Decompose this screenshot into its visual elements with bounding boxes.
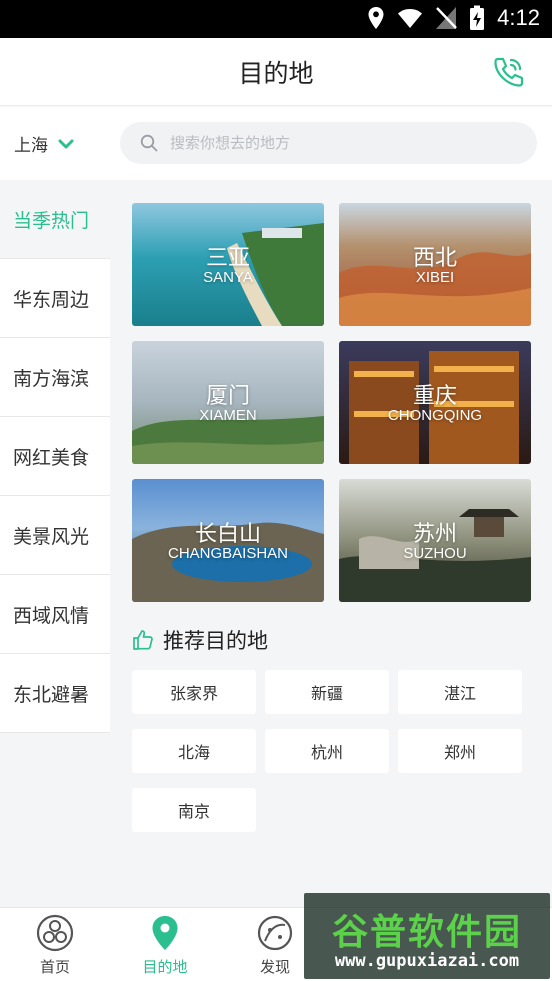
search-icon (140, 134, 158, 152)
watermark-url: www.gupuxiazai.com (334, 951, 520, 971)
status-time: 4:12 (497, 5, 540, 30)
watermark-title: 谷普软件园 (331, 912, 522, 953)
tag-zhengzhou[interactable]: 郑州 (398, 729, 522, 773)
destination-pinyin: XIBEI (415, 269, 455, 286)
watermark-overlay: 谷普软件园 www.gupuxiazai.com (304, 893, 550, 979)
sidebar-item-western[interactable]: 西域风情 (0, 575, 110, 654)
city-selector[interactable]: 上海 (14, 131, 74, 156)
destination-card-suzhou[interactable]: 苏州 SUZHOU (339, 479, 531, 602)
destination-card-changbaishan[interactable]: 长白山 CHANGBAISHAN (132, 479, 324, 602)
destination-name: 三亚 (205, 246, 250, 271)
destination-name: 厦门 (205, 384, 250, 409)
search-row: 上海 (0, 107, 552, 180)
page-title: 目的地 (238, 59, 314, 88)
destination-pinyin: CHANGBAISHAN (167, 545, 289, 562)
tab-label: 首页 (39, 958, 70, 976)
destination-card-xibei[interactable]: 西北 XIBEI (339, 203, 531, 326)
destination-card-sanya[interactable]: 三亚 SANYA (132, 203, 324, 326)
recommend-heading: 推荐目的地 (132, 625, 268, 655)
top-bar: 目的地 (0, 38, 552, 106)
tab-home[interactable]: 首页 (0, 914, 110, 977)
destination-pinyin: XIAMEN (199, 407, 257, 424)
tab-label: 目的地 (142, 958, 188, 976)
chevron-down-icon (58, 139, 74, 148)
tag-zhanjiang[interactable]: 湛江 (398, 670, 522, 714)
destination-pinyin: CHONGQING (387, 407, 483, 424)
tag-hangzhou[interactable]: 杭州 (265, 729, 389, 773)
tag-zhangjiajie[interactable]: 张家界 (132, 670, 256, 714)
destination-card-xiamen[interactable]: 厦门 XIAMEN (132, 341, 324, 464)
category-sidebar: 当季热门 华东周边 南方海滨 网红美食 美景风光 西域风情 东北避暑 (0, 180, 110, 907)
destination-name: 长白山 (194, 522, 261, 547)
destination-pinyin: SUZHOU (403, 545, 467, 562)
destination-name: 重庆 (412, 384, 457, 409)
signal-off-icon (436, 7, 458, 29)
thumbs-up-icon (133, 630, 153, 650)
battery-charging-icon (470, 5, 485, 30)
home-icon (36, 914, 74, 952)
wifi-icon (398, 9, 423, 28)
city-label: 上海 (14, 136, 48, 156)
tag-nanjing[interactable]: 南京 (132, 788, 256, 832)
tab-destination[interactable]: 目的地 (110, 914, 220, 977)
compass-icon (257, 915, 293, 951)
tag-xinjiang[interactable]: 新疆 (265, 670, 389, 714)
destination-pinyin: SANYA (203, 269, 253, 286)
search-input[interactable] (170, 134, 510, 152)
destination-card-chongqing[interactable]: 重庆 CHONGQING (339, 341, 531, 464)
location-icon (368, 7, 384, 29)
sidebar-item-food[interactable]: 网红美食 (0, 417, 110, 496)
sidebar-item-northeast[interactable]: 东北避暑 (0, 654, 110, 733)
sidebar-item-seasonal-hot[interactable]: 当季热门 (0, 180, 110, 259)
sidebar-item-scenery[interactable]: 美景风光 (0, 496, 110, 575)
recommend-title: 推荐目的地 (163, 629, 268, 653)
destination-name: 苏州 (412, 522, 457, 547)
tag-beihai[interactable]: 北海 (132, 729, 256, 773)
phone-icon[interactable] (490, 54, 526, 90)
destination-name: 西北 (412, 246, 457, 271)
location-pin-icon (152, 916, 178, 950)
sidebar-item-south-coast[interactable]: 南方海滨 (0, 338, 110, 417)
sidebar-item-east-china[interactable]: 华东周边 (0, 259, 110, 338)
search-bar[interactable] (120, 122, 537, 164)
status-bar: 4:12 (0, 0, 552, 38)
